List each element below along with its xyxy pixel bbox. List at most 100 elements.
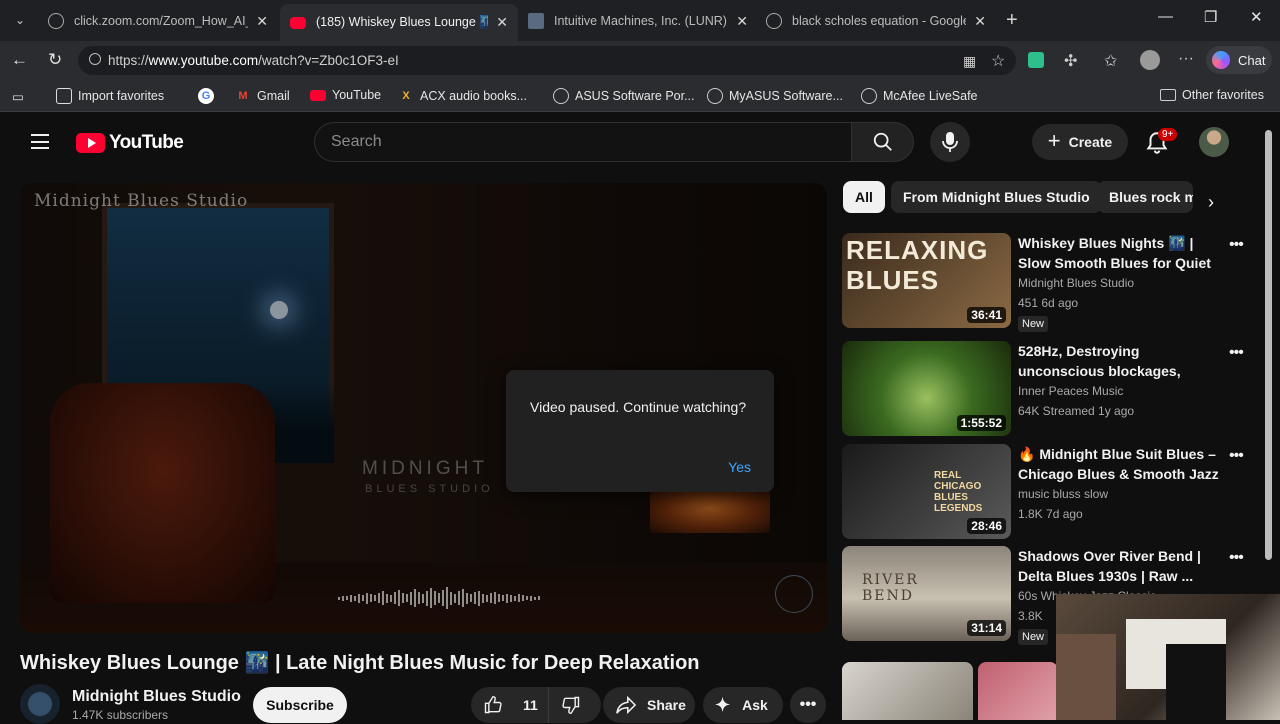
browser-tab[interactable]: Intuitive Machines, Inc. (LUNR) Stock ✕ [518, 6, 758, 36]
waveform-bar [374, 595, 376, 601]
close-tab-icon[interactable]: ✕ [256, 13, 268, 30]
recommendation-channel[interactable]: music bluss slow [1018, 487, 1108, 501]
bookmark-gmail[interactable]: M Gmail [235, 88, 289, 104]
bookmark-mcafee[interactable]: McAfee LiveSafe [861, 88, 978, 104]
waveform-bar [414, 589, 416, 607]
close-tab-icon[interactable]: ✕ [736, 13, 748, 30]
more-vertical-icon[interactable]: ••• [1229, 549, 1244, 567]
ask-button[interactable]: ✦ Ask [703, 687, 783, 723]
recommendation-thumbnail[interactable]: RELAXING BLUES 36:41 [842, 233, 1011, 328]
copilot-chat-button[interactable]: Chat [1206, 46, 1272, 74]
extensions-puzzle-icon[interactable]: ✣ [1064, 51, 1077, 71]
waveform-bar [406, 594, 408, 602]
more-menu-icon[interactable]: ··· [1178, 50, 1194, 68]
account-avatar[interactable] [1199, 127, 1229, 157]
bookmark-import-favorites[interactable]: Import favorites [56, 88, 164, 104]
bookmark-myasus[interactable]: MyASUS Software... [707, 88, 843, 104]
import-icon [56, 88, 72, 104]
favorites-icon[interactable]: ✩ [1104, 51, 1117, 71]
recommendation-title[interactable]: Whiskey Blues Nights 🌃 | Slow Smooth Blu… [1018, 233, 1228, 273]
more-vertical-icon[interactable]: ••• [1229, 344, 1244, 362]
search-button[interactable] [851, 122, 914, 162]
waveform-bar [354, 595, 356, 601]
recommendation-title[interactable]: 528Hz, Destroying unconscious blockages,… [1018, 341, 1228, 381]
restore-icon[interactable]: ❐ [1204, 8, 1217, 26]
bookmark-other-favorites[interactable]: Other favorites [1160, 88, 1264, 102]
profile-icon[interactable] [1140, 50, 1160, 70]
bookmark-youtube[interactable]: YouTube [310, 88, 381, 102]
microphone-icon [942, 132, 958, 152]
browser-tab[interactable]: click.zoom.com/Zoom_How_AI_is_transformi… [38, 6, 278, 36]
minimize-icon[interactable]: — [1158, 8, 1173, 25]
youtube-play-icon [76, 133, 105, 153]
site-info-icon[interactable] [89, 53, 101, 65]
url-path: /watch?v=Zb0c1OF3-eI [258, 53, 399, 68]
recommendation-channel[interactable]: Inner Peaces Music [1018, 384, 1123, 398]
recommendation-title[interactable]: 🔥 Midnight Blue Suit Blues – Chicago Blu… [1018, 444, 1228, 484]
new-tab-button[interactable]: + [1006, 9, 1018, 32]
channel-name[interactable]: Midnight Blues Studio [72, 688, 241, 706]
bookmark-google[interactable]: G [198, 88, 220, 104]
recommendation-thumbnail[interactable]: REAL CHICAGO BLUES LEGENDS 28:46 [842, 444, 1011, 539]
waveform-bar [466, 592, 468, 604]
google-icon: G [198, 88, 214, 104]
favorite-star-icon[interactable]: ☆ [991, 51, 1005, 71]
more-vertical-icon[interactable]: ••• [1229, 236, 1244, 254]
bookmark-asus-software[interactable]: ASUS Software Por... [553, 88, 695, 104]
google-icon [766, 13, 782, 29]
voice-search-button[interactable] [930, 122, 970, 162]
share-icon [616, 695, 637, 715]
waveform-bar [442, 590, 444, 606]
like-button[interactable]: 11 [471, 687, 549, 723]
chip-blues-rock[interactable]: Blues rock m [1097, 181, 1193, 213]
waveform-bar [434, 591, 436, 605]
chip-from-channel[interactable]: From Midnight Blues Studio [891, 181, 1102, 213]
tab-list-button[interactable]: ⌄ [8, 8, 32, 32]
video-watermark-title: MIDNIGHT [362, 458, 488, 479]
video-watermark-subtitle: BLUES STUDIO [365, 483, 494, 495]
youtube-logo[interactable]: YouTube [76, 132, 184, 154]
globe-icon [553, 88, 569, 104]
bookmark-acx[interactable]: X ACX audio books... [398, 88, 527, 104]
close-tab-icon[interactable]: ✕ [496, 14, 508, 31]
recommendation-channel[interactable]: Midnight Blues Studio [1018, 276, 1134, 290]
recommendation-thumbnail[interactable]: RIVER BEND 31:14 [842, 546, 1011, 641]
acx-icon: X [402, 90, 410, 102]
page-scrollbar[interactable] [1265, 130, 1272, 560]
waveform-bar [526, 596, 528, 600]
refresh-icon[interactable]: ↻ [48, 50, 62, 70]
recommendation-thumbnail[interactable] [842, 662, 973, 720]
waveform-bar [382, 591, 384, 605]
waveform-bar [342, 595, 344, 601]
search-input[interactable]: Search [314, 122, 852, 162]
chevron-right-icon[interactable]: › [1208, 192, 1214, 213]
globe-icon [861, 88, 877, 104]
channel-avatar[interactable] [20, 684, 60, 724]
close-tab-icon[interactable]: ✕ [974, 13, 986, 30]
share-button[interactable]: Share [603, 687, 695, 723]
browser-tab[interactable]: black scholes equation - Google Search ✕ [756, 6, 996, 36]
dislike-button[interactable] [549, 695, 581, 715]
waveform-bar [490, 593, 492, 603]
create-button[interactable]: + Create [1032, 124, 1128, 160]
hamburger-menu-icon[interactable] [31, 134, 49, 149]
dialog-yes-button[interactable]: Yes [728, 459, 751, 475]
chip-all[interactable]: All [843, 181, 885, 213]
thumbs-up-icon [484, 695, 502, 714]
back-arrow-icon[interactable]: ← [11, 50, 28, 70]
subscribe-button[interactable]: Subscribe [253, 687, 347, 723]
address-bar[interactable]: https://www.youtube.com/watch?v=Zb0c1OF3… [78, 46, 1016, 75]
recommendation-thumbnail[interactable]: 1:55:52 [842, 341, 1011, 436]
more-actions-button[interactable]: ••• [790, 687, 826, 723]
browser-tab-active[interactable]: (185) Whiskey Blues Lounge 🌃 | Late Nigh… [280, 4, 518, 41]
app-available-icon[interactable]: ▦ [963, 53, 976, 70]
more-vertical-icon[interactable]: ••• [1229, 447, 1244, 465]
waveform-bar [494, 592, 496, 604]
sidebar-toggle-icon[interactable]: ▭ [12, 89, 24, 104]
waveform-bar [510, 594, 512, 602]
close-window-icon[interactable]: ✕ [1250, 8, 1263, 26]
extension-icon[interactable] [1028, 52, 1044, 68]
recommendation-thumbnail[interactable] [978, 662, 1058, 720]
waveform-bar [362, 595, 364, 601]
recommendation-title[interactable]: Shadows Over River Bend | Delta Blues 19… [1018, 546, 1228, 586]
